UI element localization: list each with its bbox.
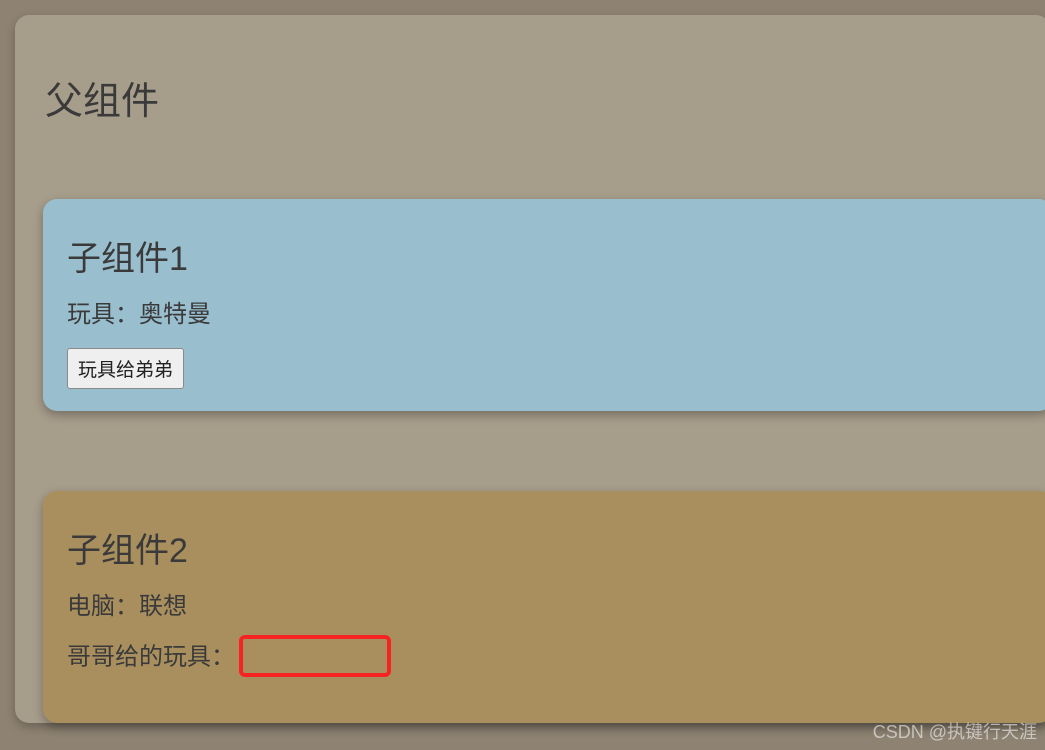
parent-component: 父组件 子组件1 玩具：奥特曼 玩具给弟弟 子组件2 电脑：联想 哥哥给的玩具： [15,15,1045,723]
child2-title: 子组件2 [67,523,1045,572]
child2-computer-label: 电脑： [67,593,139,620]
child1-toy-field: 玩具：奥特曼 [67,298,1045,332]
parent-title: 父组件 [15,15,1045,125]
child2-computer-value: 联想 [139,593,187,620]
child-component-1: 子组件1 玩具：奥特曼 玩具给弟弟 [43,199,1045,411]
child1-toy-value: 奥特曼 [139,301,211,328]
child1-title: 子组件1 [67,231,1045,280]
child2-computer-field: 电脑：联想 [67,590,1045,624]
child-component-2: 子组件2 电脑：联想 哥哥给的玩具： [43,491,1045,724]
child1-toy-label: 玩具： [67,301,139,328]
highlight-empty-box [239,635,391,677]
give-toy-button[interactable]: 玩具给弟弟 [67,348,184,389]
child2-brother-toy-label: 哥哥给的玩具： [67,644,235,671]
child2-brother-toy-field: 哥哥给的玩具： [67,637,1045,679]
